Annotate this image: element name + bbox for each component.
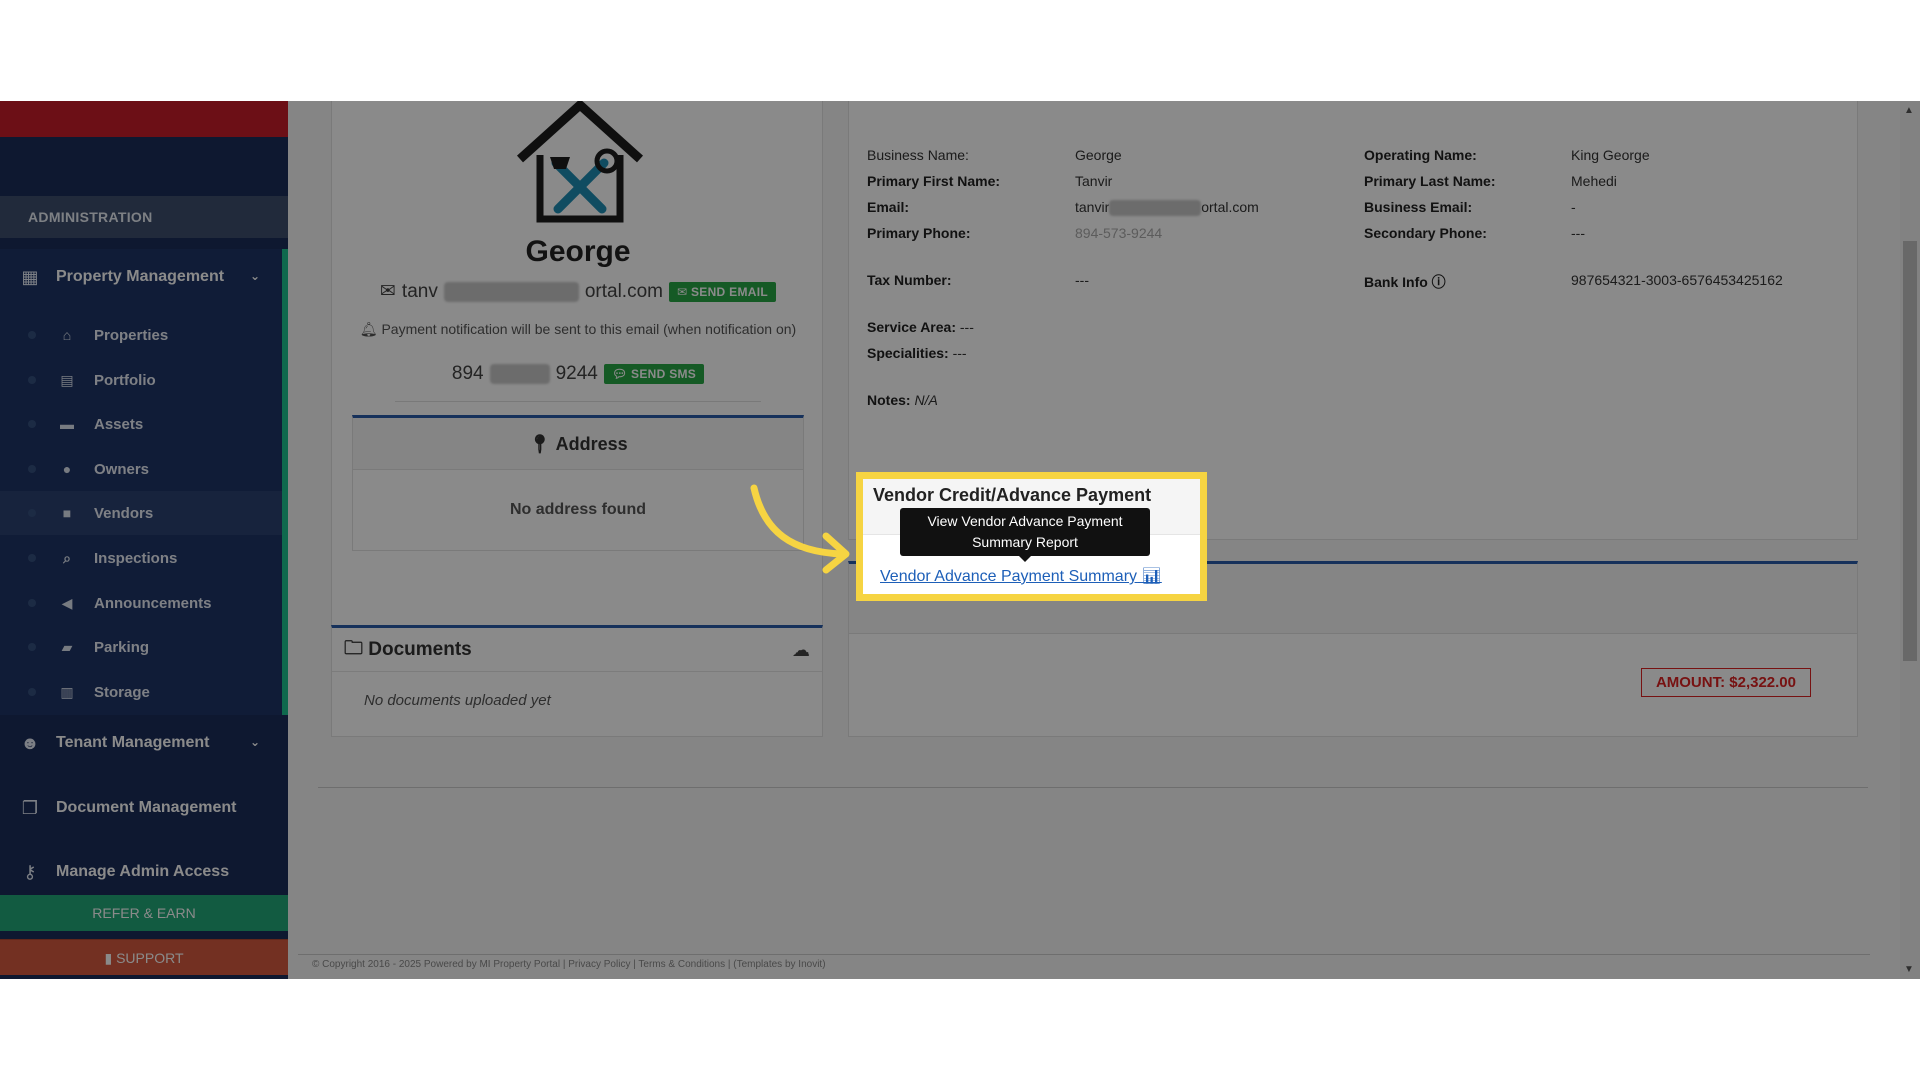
pointer-arrow-icon bbox=[750, 484, 850, 574]
app-frame: ADMINISTRATION ▦ Property Management ⌄ ⌂… bbox=[0, 101, 1920, 979]
highlight-box: Vendor Credit/Advance Payment View Vendo… bbox=[856, 472, 1207, 601]
tooltip: View Vendor Advance Payment Summary Repo… bbox=[900, 508, 1150, 562]
vendor-credit-title: Vendor Credit/Advance Payment bbox=[873, 485, 1152, 505]
bar-chart-icon: 📊︎ bbox=[1141, 568, 1162, 585]
link-label: Vendor Advance Payment Summary bbox=[880, 568, 1138, 585]
vendor-advance-payment-summary-link[interactable]: Vendor Advance Payment Summary 📊︎ bbox=[880, 566, 1162, 586]
